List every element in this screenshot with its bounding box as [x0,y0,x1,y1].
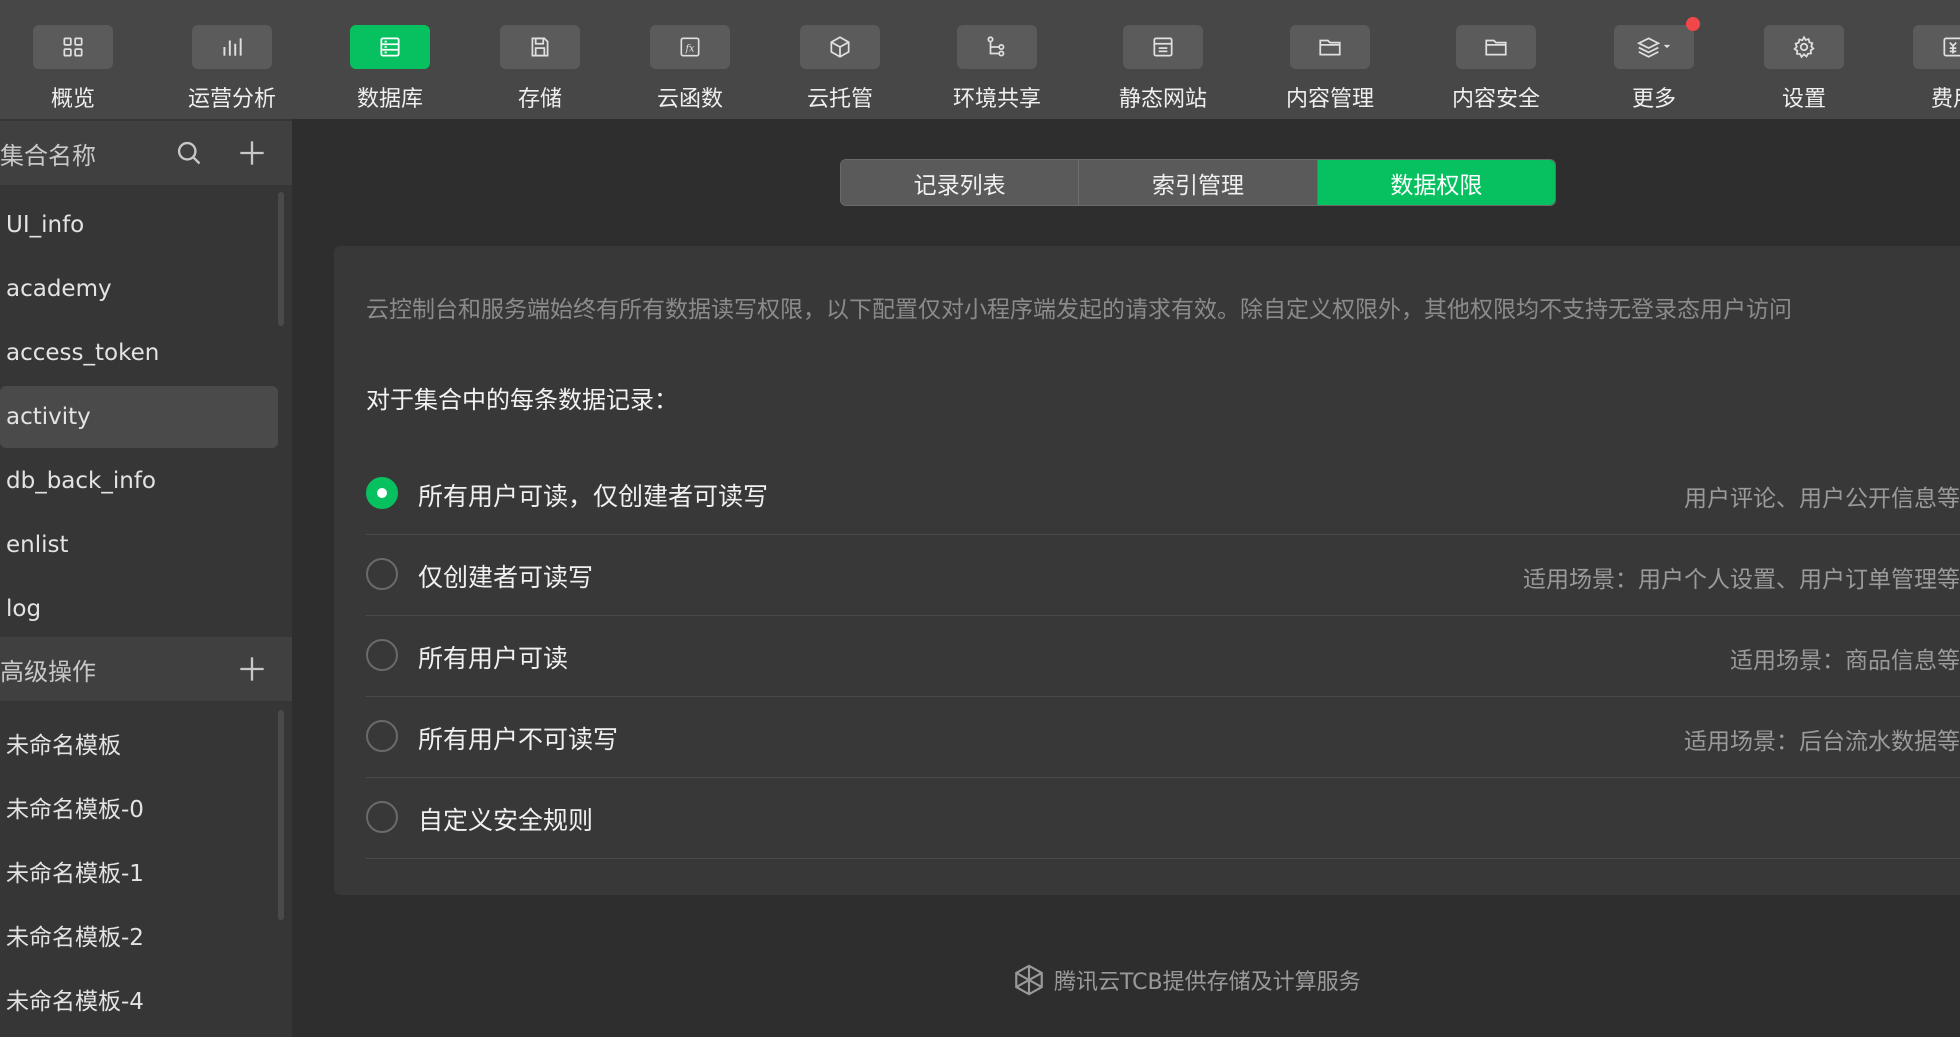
toolbar-item-database[interactable]: 数据库 [315,0,465,119]
top-toolbar: 概览 运营分析 数据库 存储 fx 云函数 云托管 环境共享 静态网站 内容管理… [0,0,1960,119]
collection-item[interactable]: log [0,578,278,640]
storage-icon [500,25,580,69]
cost-icon [1913,25,1960,69]
content-security-icon [1456,25,1536,69]
collection-item[interactable]: access_token [0,322,278,384]
cloud-hosting-icon [800,25,880,69]
database-icon [350,25,430,69]
collection-item-selected[interactable]: activity [0,386,278,448]
option-scene: 适用场景：商品信息等 [1730,648,1960,674]
toolbar-item-content-manage[interactable]: 内容管理 [1255,0,1405,119]
toolbar-item-content-security[interactable]: 内容安全 [1421,0,1571,119]
collections-title: 集合名称 [0,141,96,170]
option-label: 所有用户可读，仅创建者可读写 [418,482,769,511]
footer: 腾讯云TCB提供存储及计算服务 [1012,963,1361,997]
collection-item[interactable]: enlist [0,514,278,576]
permission-subtitle: 对于集合中的每条数据记录： [366,386,678,414]
static-site-icon [1123,25,1203,69]
content-manage-icon [1290,25,1370,69]
collection-item[interactable]: UI_info [0,194,278,256]
toolbar-label: 概览 [50,87,95,112]
toolbar-label: 设置 [1781,87,1826,112]
toolbar-item-overview[interactable]: 概览 [0,0,148,119]
collection-item[interactable]: academy [0,258,278,320]
toolbar-label: 云托管 [806,87,873,112]
option-label: 仅创建者可读写 [418,563,594,592]
toolbar-label: 存储 [517,87,562,112]
toolbar-item-more[interactable]: 更多 [1579,0,1729,119]
toolbar-item-env-share[interactable]: 环境共享 [922,0,1072,119]
toolbar-label: 环境共享 [952,87,1041,112]
option-label: 自定义安全规则 [418,806,594,835]
permission-option-custom[interactable]: 自定义安全规则 [366,779,1960,859]
template-list: 未命名模板 未命名模板-0 未命名模板-1 未命名模板-2 未命名模板-4 [0,712,280,1032]
toolbar-item-cost[interactable]: 费用 [1878,0,1960,119]
toolbar-label: 云函数 [656,87,723,112]
function-icon: fx [650,25,730,69]
layers-icon [1614,17,1700,69]
toolbar-label: 静态网站 [1118,87,1207,112]
radio[interactable] [366,558,398,590]
toolbar-label: 内容管理 [1285,87,1374,112]
option-label: 所有用户可读 [418,644,569,673]
notification-badge [1686,17,1700,31]
toolbar-label: 数据库 [356,87,423,112]
collection-sidebar: 集合名称 UI_info academy access_token activi… [0,119,292,1037]
collection-scrollbar[interactable] [278,192,284,326]
template-item[interactable]: 未命名模板-4 [0,968,278,1030]
option-scene: 用户评论、用户公开信息等 [1684,486,1960,512]
radio[interactable] [366,801,398,833]
permission-option-creator-only[interactable]: 仅创建者可读写 适用场景：用户个人设置、用户订单管理等 [366,536,1960,616]
toolbar-label: 运营分析 [187,87,276,112]
toolbar-item-analytics[interactable]: 运营分析 [157,0,307,119]
template-item[interactable]: 未命名模板 [0,712,278,774]
collections-header: 集合名称 [0,121,292,185]
env-share-icon [957,25,1037,69]
tab-permissions[interactable]: 数据权限 [1317,160,1555,205]
radio[interactable] [366,639,398,671]
tencent-cloud-logo-icon [1015,964,1043,996]
toolbar-item-cloud-hosting[interactable]: 云托管 [765,0,915,119]
tab-records[interactable]: 记录列表 [841,160,1080,205]
svg-text:fx: fx [684,43,695,54]
template-item[interactable]: 未命名模板-2 [0,904,278,966]
collection-item[interactable]: db_back_info [0,450,278,512]
radio-selected[interactable] [366,477,398,509]
permission-panel: 云控制台和服务端始终有所有数据读写权限，以下配置仅对小程序端发起的请求有效。除自… [334,246,1960,895]
overview-icon [33,25,113,69]
template-item[interactable]: 未命名模板-0 [0,776,278,838]
toolbar-label: 内容安全 [1451,87,1540,112]
tab-bar: 记录列表 索引管理 数据权限 [840,159,1556,206]
toolbar-item-static-site[interactable]: 静态网站 [1088,0,1238,119]
advanced-header: 高级操作 [0,637,292,701]
tab-index[interactable]: 索引管理 [1079,160,1318,205]
toolbar-item-settings[interactable]: 设置 [1729,0,1879,119]
footer-text: 腾讯云TCB提供存储及计算服务 [1054,970,1361,995]
permission-option-public-read[interactable]: 所有用户可读，仅创建者可读写 用户评论、用户公开信息等 [366,455,1960,535]
template-scrollbar[interactable] [278,710,284,920]
toolbar-item-cloud-function[interactable]: fx 云函数 [615,0,765,119]
toolbar-label: 费用 [1930,87,1960,112]
toolbar-label: 更多 [1631,87,1676,112]
radio[interactable] [366,720,398,752]
analytics-icon [192,25,272,69]
toolbar-item-storage[interactable]: 存储 [465,0,615,119]
option-scene: 适用场景：后台流水数据等 [1684,729,1960,755]
option-label: 所有用户不可读写 [418,725,619,754]
option-scene: 适用场景：用户个人设置、用户订单管理等 [1523,567,1960,593]
permission-option-all-read[interactable]: 所有用户可读 适用场景：商品信息等 [366,617,1960,697]
search-icon[interactable] [172,136,206,170]
template-item[interactable]: 未命名模板-1 [0,840,278,902]
advanced-title: 高级操作 [0,657,96,686]
gear-icon [1764,25,1844,69]
add-collection-icon[interactable] [235,136,269,170]
add-template-icon[interactable] [235,652,269,686]
permission-notice: 云控制台和服务端始终有所有数据读写权限，以下配置仅对小程序端发起的请求有效。除自… [366,297,1792,323]
collection-list: UI_info academy access_token activity db… [0,194,280,642]
permission-option-none[interactable]: 所有用户不可读写 适用场景：后台流水数据等 [366,698,1960,778]
